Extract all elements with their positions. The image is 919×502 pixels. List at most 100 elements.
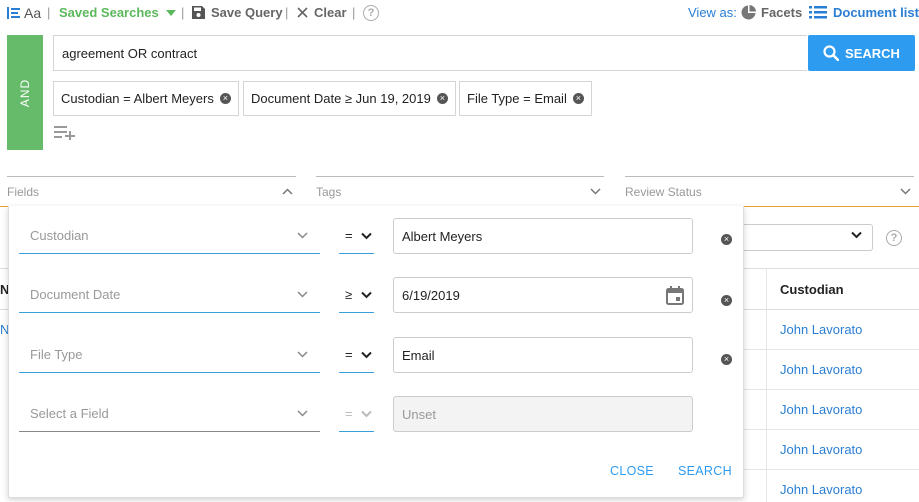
chevron-down-icon <box>297 232 308 239</box>
field-select-value: Custodian <box>30 228 89 243</box>
field-select[interactable]: Custodian <box>19 218 320 254</box>
chevron-down-icon <box>361 351 372 358</box>
toolbar: Aa | Saved Searches | Save Query | Clear… <box>0 0 919 26</box>
close-button[interactable]: CLOSE <box>610 464 654 478</box>
field-select[interactable]: File Type <box>19 337 320 373</box>
facets-label: Facets <box>761 5 803 20</box>
remove-icon: × <box>721 354 732 365</box>
remove-row-button[interactable]: × <box>721 291 732 306</box>
remove-chip-icon[interactable]: × <box>219 93 231 104</box>
operator-value: = <box>345 406 353 421</box>
saved-searches-dropdown[interactable]: Saved Searches <box>59 5 176 20</box>
help-button[interactable]: ? <box>363 5 379 21</box>
query-input[interactable]: agreement OR contract <box>53 35 807 71</box>
clear-button[interactable]: Clear <box>297 5 347 20</box>
view-as-label: View as: <box>688 5 737 20</box>
divider <box>742 469 919 470</box>
filter-chip[interactable]: Document Date ≥ Jun 19, 2019 × <box>243 81 456 116</box>
filter-chip[interactable]: File Type = Email × <box>459 81 592 116</box>
caret-down-icon <box>165 9 176 16</box>
query-text: agreement OR contract <box>62 45 198 61</box>
chevron-up-icon <box>282 188 293 195</box>
search-button[interactable]: SEARCH <box>808 35 915 71</box>
add-filter-icon[interactable] <box>54 126 76 140</box>
case-toggle-button[interactable]: Aa <box>7 5 41 21</box>
chevron-down-icon <box>297 291 308 298</box>
chevron-down-icon <box>297 351 308 358</box>
operator-value: ≥ <box>345 287 353 302</box>
custodian-link[interactable]: John Lavorato <box>780 402 862 417</box>
and-operator-toggle[interactable]: AND <box>7 35 43 150</box>
field-select-value: Document Date <box>30 287 121 302</box>
facets-view-button[interactable]: Facets <box>741 5 802 20</box>
operator-select: = <box>339 396 374 432</box>
field-select[interactable]: Select a Field <box>19 396 320 432</box>
remove-chip-icon[interactable]: × <box>436 93 448 104</box>
facet-label: Tags <box>316 184 342 199</box>
calendar-icon[interactable] <box>666 285 684 305</box>
list-icon <box>7 7 20 19</box>
custodian-link[interactable]: John Lavorato <box>780 482 862 497</box>
chevron-down-icon <box>900 188 911 195</box>
list-icon <box>809 6 827 19</box>
page-size-select[interactable] <box>742 224 873 251</box>
fields-facet-dropdown[interactable]: Fields <box>7 176 296 199</box>
remove-icon: × <box>721 295 732 306</box>
chevron-down-icon <box>851 231 862 239</box>
search-button-label: SEARCH <box>845 45 900 61</box>
value-input: Unset <box>393 396 693 432</box>
custodian-link[interactable]: John Lavorato <box>780 322 862 337</box>
value-input[interactable]: Email <box>393 337 693 373</box>
value-text: Email <box>402 347 435 363</box>
clear-label: Clear <box>314 5 347 20</box>
review-status-facet-dropdown[interactable]: Review Status <box>625 176 914 199</box>
separator: | <box>352 5 356 20</box>
divider <box>766 268 767 502</box>
chevron-down-icon <box>590 188 601 195</box>
custodian-link[interactable]: John Lavorato <box>780 442 862 457</box>
search-icon <box>823 45 840 61</box>
field-select-value: File Type <box>30 347 83 362</box>
remove-row-button[interactable]: × <box>721 350 732 365</box>
and-operator-label: AND <box>18 78 32 107</box>
field-select[interactable]: Document Date <box>19 277 320 313</box>
remove-chip-icon[interactable]: × <box>572 93 584 104</box>
operator-select[interactable]: = <box>339 337 374 373</box>
operator-select[interactable]: ≥ <box>339 277 374 313</box>
document-list-label: Document list <box>833 5 919 20</box>
divider <box>742 349 919 350</box>
chip-label: Custodian = Albert Meyers <box>61 91 214 106</box>
operator-value: = <box>345 228 353 243</box>
chip-label: File Type = Email <box>467 91 567 106</box>
value-text: 6/19/2019 <box>402 287 460 303</box>
document-list-view-button[interactable]: Document list <box>809 5 919 20</box>
separator: | <box>285 5 289 20</box>
value-input[interactable]: Albert Meyers <box>393 218 693 254</box>
separator: | <box>47 5 51 20</box>
save-query-button[interactable]: Save Query <box>192 5 283 20</box>
custodian-link[interactable]: John Lavorato <box>780 362 862 377</box>
saved-searches-label: Saved Searches <box>59 5 159 20</box>
filter-chip[interactable]: Custodian = Albert Meyers × <box>53 81 239 116</box>
help-icon: ? <box>363 5 379 21</box>
panel-search-button[interactable]: SEARCH <box>678 464 732 478</box>
operator-value: = <box>345 347 353 362</box>
operator-select[interactable]: = <box>339 218 374 254</box>
divider <box>742 389 919 390</box>
close-icon <box>297 7 308 18</box>
save-icon <box>192 6 205 19</box>
help-icon[interactable]: ? <box>886 230 902 246</box>
remove-row-button[interactable]: × <box>721 230 732 245</box>
separator: | <box>181 5 185 20</box>
chevron-down-icon <box>297 410 308 417</box>
facet-label: Review Status <box>625 184 702 199</box>
pie-chart-icon <box>741 5 756 20</box>
value-text: Albert Meyers <box>402 228 483 244</box>
remove-icon: × <box>721 234 732 245</box>
chevron-down-icon <box>361 410 372 417</box>
column-header-custodian[interactable]: Custodian <box>780 282 844 297</box>
tags-facet-dropdown[interactable]: Tags <box>316 176 604 199</box>
date-input[interactable]: 6/19/2019 <box>393 277 693 313</box>
fields-filter-panel: Custodian = Albert Meyers × Document Dat… <box>8 206 744 498</box>
divider <box>742 429 919 430</box>
